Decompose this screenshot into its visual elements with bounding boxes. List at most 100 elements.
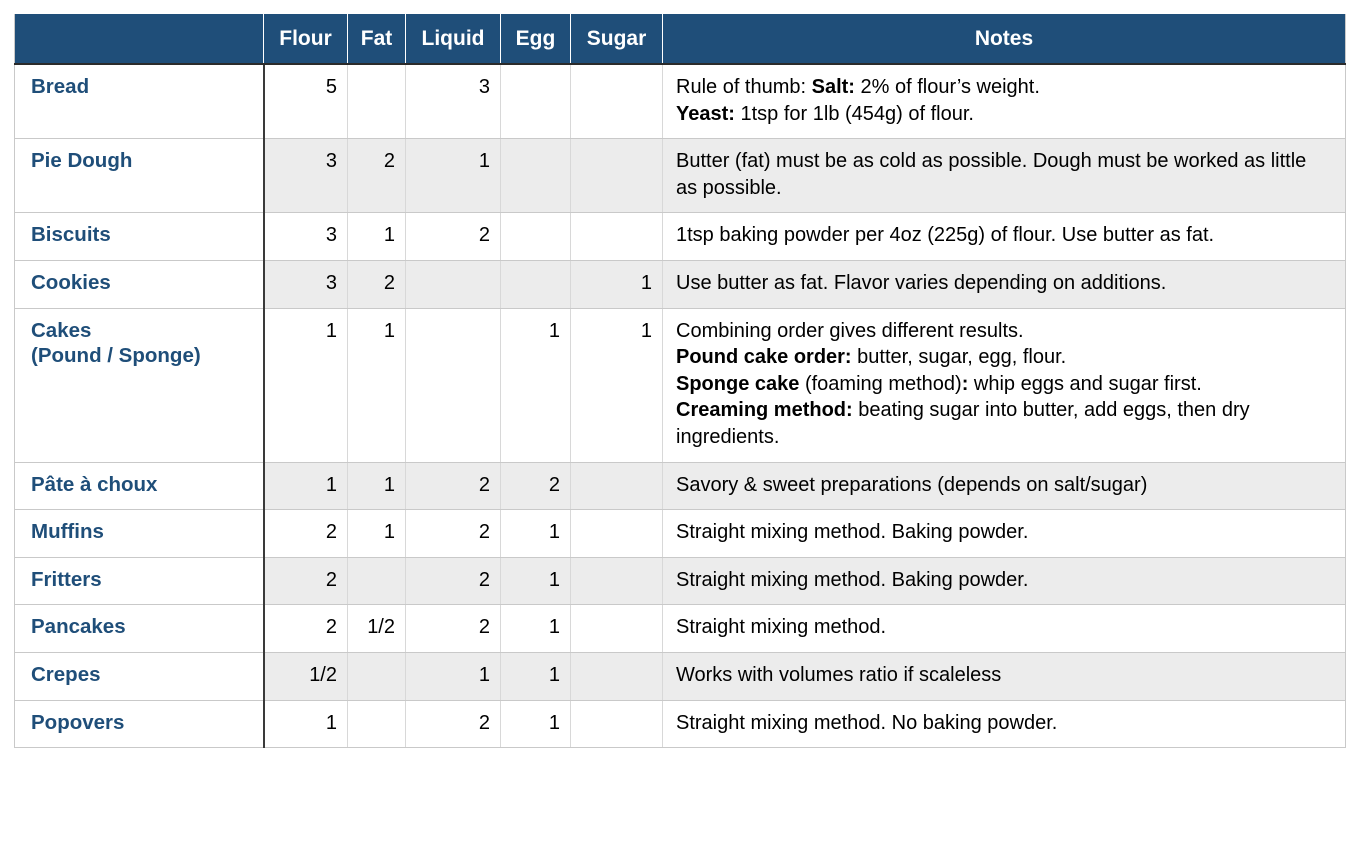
- cell-liquid: 2: [405, 462, 501, 511]
- cell-notes: Rule of thumb: Salt: 2% of flour’s weigh…: [662, 64, 1346, 140]
- baking-ratios-table: Flour Fat Liquid Egg Sugar Notes Bread 5 3…: [14, 14, 1346, 749]
- cell-sugar: [570, 212, 663, 261]
- cell-sugar: [570, 138, 663, 214]
- notes-emphasis: Yeast:: [676, 102, 735, 125]
- cell-sugar: [570, 700, 663, 749]
- cell-liquid: 2: [405, 212, 501, 261]
- notes-text: 1tsp for 1lb (454g) of flour.: [734, 102, 974, 125]
- cell-flour: 1: [263, 462, 348, 511]
- cell-flour: 2: [263, 604, 348, 653]
- table-row: Cookies 3 2 1 Use butter as fat. Flavor vari…: [14, 260, 1346, 309]
- notes-text: Savory & sweet preparations (depends on …: [676, 473, 1148, 496]
- cell-flour: 3: [263, 212, 348, 261]
- cell-fat: 1: [347, 308, 406, 463]
- cell-notes: Combining order gives different results.…: [662, 308, 1346, 463]
- column-header-notes: Notes: [662, 14, 1346, 65]
- cell-fat: [347, 557, 406, 606]
- column-header-fat: Fat: [347, 14, 406, 65]
- cell-fat: 2: [347, 138, 406, 214]
- notes-text: Use butter as fat. Flavor varies dependi…: [676, 271, 1167, 294]
- notes-text: Straight mixing method.: [676, 616, 887, 639]
- cell-notes: Straight mixing method. No baking powder…: [662, 700, 1346, 749]
- cell-egg: 1: [500, 604, 571, 653]
- table-row: Fritters 2 2 1 Straight mixing method. Bakin…: [14, 557, 1346, 606]
- cell-liquid: 1: [405, 138, 501, 214]
- cell-egg: 1: [500, 509, 571, 558]
- notes-emphasis: Salt:: [811, 76, 855, 98]
- notes-text: Combining order gives different results.: [676, 319, 1024, 342]
- cell-fat: [347, 652, 406, 701]
- cell-liquid: 2: [405, 557, 501, 606]
- row-label: Fritters: [14, 557, 265, 606]
- cell-egg: 1: [500, 557, 571, 606]
- cell-sugar: [570, 652, 663, 701]
- cell-flour: 5: [263, 64, 348, 140]
- cell-flour: 3: [263, 138, 348, 214]
- cell-sugar: [570, 557, 663, 606]
- cell-sugar: [570, 462, 663, 511]
- cell-liquid: [405, 308, 501, 463]
- cell-sugar: [570, 64, 663, 140]
- cell-notes: Butter (fat) must be as cold as possible…: [662, 138, 1346, 214]
- table-row: Pâte à choux 1 1 2 2 Savory & sweet preparati…: [14, 462, 1346, 511]
- notes-text: 2% of flour’s weight.: [854, 76, 1040, 98]
- cell-egg: 1: [500, 652, 571, 701]
- notes-text: Straight mixing method. Baking powder.: [676, 521, 1029, 544]
- table-row: Crepes 1/2 1 1 Works with volumes ratio if s…: [14, 652, 1346, 701]
- row-label: Bread: [14, 64, 265, 140]
- notes-text: Butter (fat) must be as cold as possible…: [676, 150, 1307, 199]
- document-canvas: Flour Fat Liquid Egg Sugar Notes Bread 5 3…: [0, 0, 1358, 866]
- column-header-sugar: Sugar: [570, 14, 663, 65]
- cell-notes: Use butter as fat. Flavor varies dependi…: [662, 260, 1346, 309]
- table-row: Pancakes 2 1/2 2 1 Straight mixing method.: [14, 604, 1346, 653]
- cell-fat: 1: [347, 509, 406, 558]
- cell-notes: Straight mixing method.: [662, 604, 1346, 653]
- cell-fat: [347, 64, 406, 140]
- cell-liquid: 3: [405, 64, 501, 140]
- cell-egg: [500, 138, 571, 214]
- cell-fat: [347, 700, 406, 749]
- cell-notes: Savory & sweet preparations (depends on …: [662, 462, 1346, 511]
- cell-flour: 3: [263, 260, 348, 309]
- cell-flour: 1: [263, 700, 348, 749]
- cell-egg: [500, 260, 571, 309]
- column-header-flour: Flour: [263, 14, 348, 65]
- cell-notes: Works with volumes ratio if scaleless: [662, 652, 1346, 701]
- cell-sugar: [570, 509, 663, 558]
- cell-egg: [500, 212, 571, 261]
- notes-text: Straight mixing method. Baking powder.: [676, 568, 1029, 591]
- table-row: Pie Dough 3 2 1 Butter (fat) must be as cold…: [14, 138, 1346, 214]
- cell-flour: 2: [263, 557, 348, 606]
- cell-sugar: 1: [570, 308, 663, 463]
- table-body: Bread 5 3 Rule of thumb: Salt: 2% of flour’…: [14, 64, 1346, 749]
- notes-text: butter, sugar, egg, flour.: [851, 346, 1067, 369]
- table-row: Popovers 1 2 1 Straight mixing method. No ba…: [14, 700, 1346, 749]
- cell-egg: 1: [500, 308, 571, 463]
- column-header-egg: Egg: [500, 14, 571, 65]
- notes-text: whip eggs and sugar first.: [968, 372, 1202, 395]
- cell-sugar: 1: [570, 260, 663, 309]
- cell-fat: 1: [347, 462, 406, 511]
- row-label: Cakes (Pound / Sponge): [14, 308, 265, 463]
- cell-flour: 2: [263, 509, 348, 558]
- notes-emphasis: Sponge cake: [676, 372, 800, 395]
- cell-notes: 1tsp baking powder per 4oz (225g) of flo…: [662, 212, 1346, 261]
- row-label: Biscuits: [14, 212, 265, 261]
- column-header-liquid: Liquid: [405, 14, 501, 65]
- cell-egg: [500, 64, 571, 140]
- row-label: Muffins: [14, 509, 265, 558]
- cell-egg: 2: [500, 462, 571, 511]
- cell-liquid: 2: [405, 700, 501, 749]
- table-row: Bread 5 3 Rule of thumb: Salt: 2% of flour’…: [14, 64, 1346, 140]
- notes-text: Rule of thumb:: [676, 76, 812, 98]
- row-label: Popovers: [14, 700, 265, 749]
- cell-fat: 2: [347, 260, 406, 309]
- header-row: Flour Fat Liquid Egg Sugar Notes: [14, 14, 1346, 65]
- column-header-name: [14, 14, 264, 65]
- cell-fat: 1: [347, 212, 406, 261]
- cell-liquid: 2: [405, 604, 501, 653]
- notes-text: Straight mixing method. No baking powder…: [676, 711, 1058, 734]
- notes-text: 1tsp baking powder per 4oz (225g) of flo…: [676, 224, 1215, 247]
- cell-flour: 1: [263, 308, 348, 463]
- row-label: Pâte à choux: [14, 462, 265, 511]
